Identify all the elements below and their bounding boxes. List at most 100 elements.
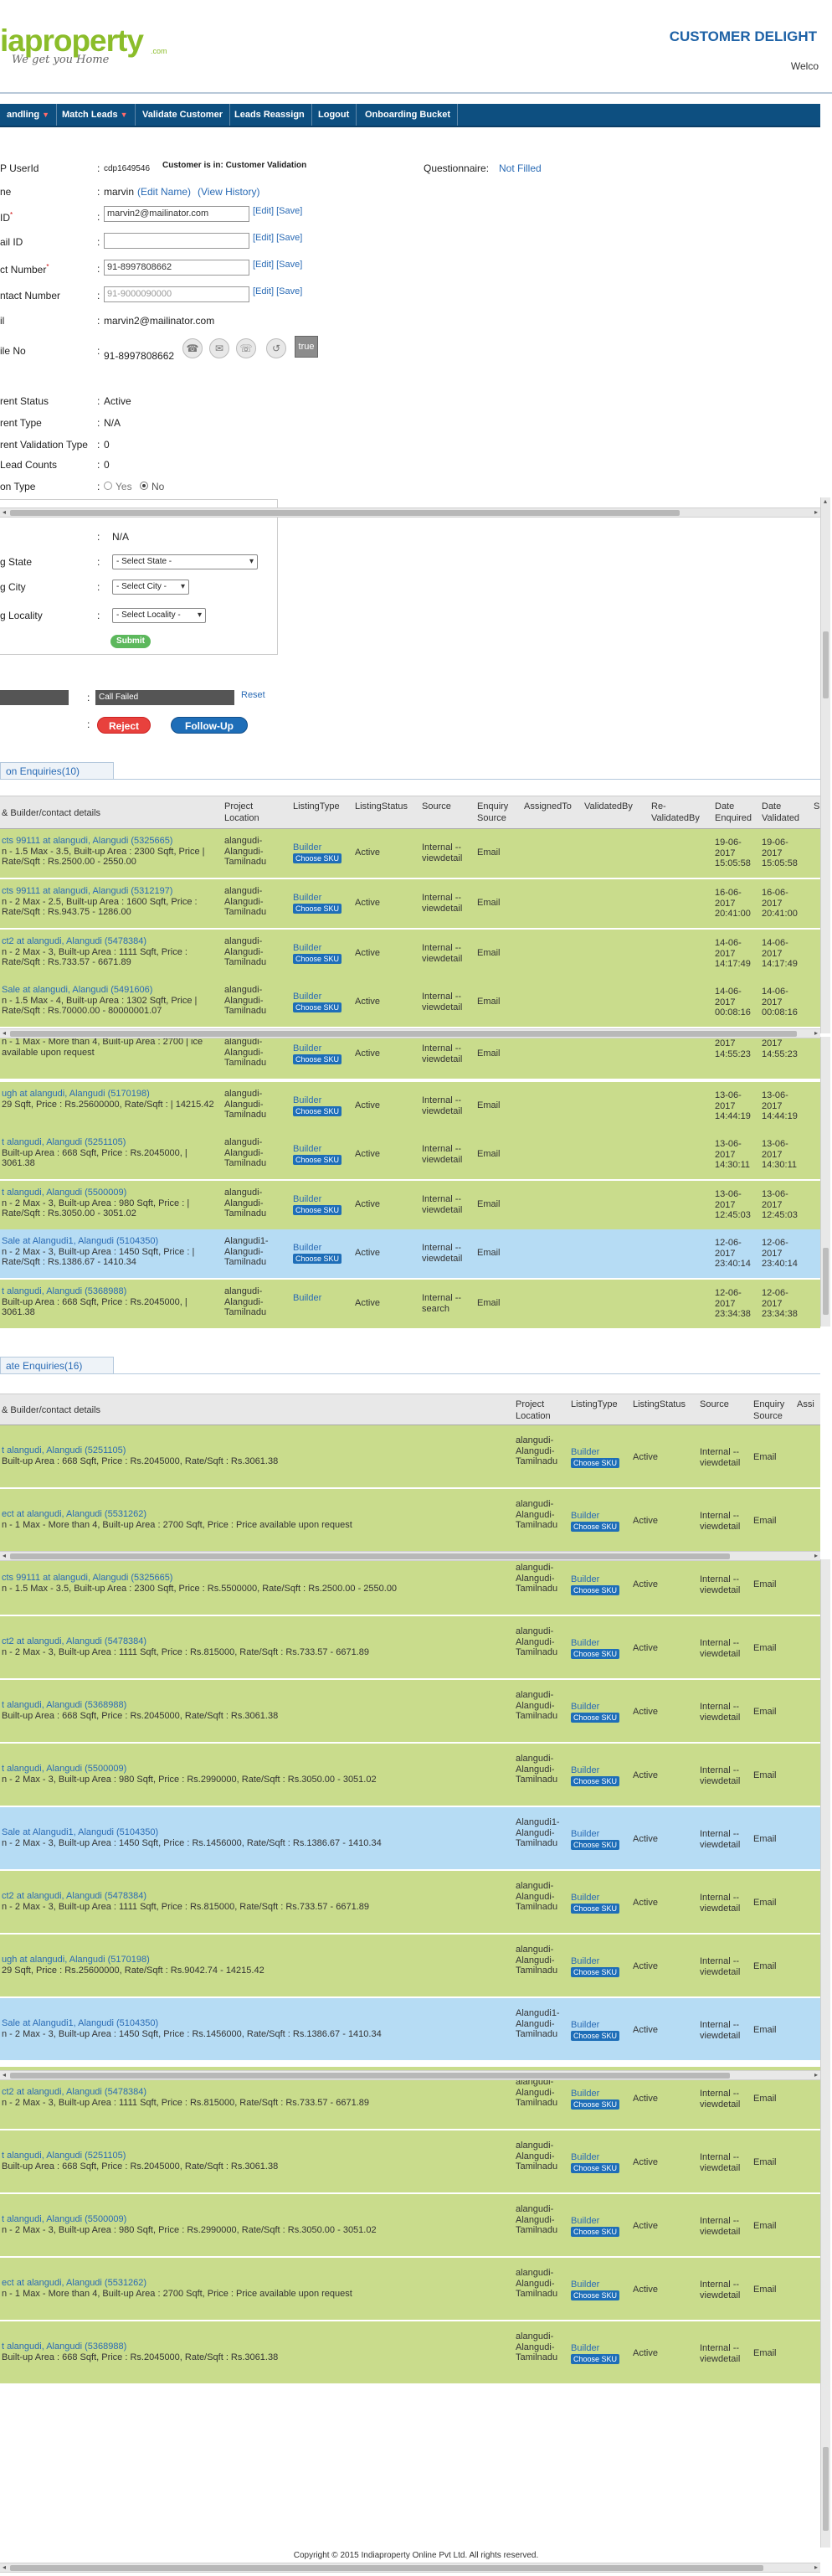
property-link[interactable]: t alangudi, Alangudi (5251105) <box>2 1137 126 1147</box>
column-header[interactable]: Project Location <box>224 801 290 824</box>
table-row[interactable]: t alangudi, Alangudi (5500009) n - 2 Max … <box>0 1181 820 1231</box>
choose-sku-button[interactable]: Choose SKU <box>571 2226 620 2237</box>
contact-field[interactable]: 91-8997808662 <box>104 260 249 276</box>
choose-sku-button[interactable]: Choose SKU <box>571 2290 620 2300</box>
scroll-thumb[interactable] <box>10 2565 763 2571</box>
property-link[interactable]: t alangudi, Alangudi (5368988) <box>2 1700 126 1710</box>
locality-select[interactable]: - Select Locality - <box>112 608 206 623</box>
table-row[interactable]: cts 99111 at alangudi, Alangudi (5312197… <box>0 879 820 930</box>
choose-sku-button[interactable]: Choose SKU <box>571 1712 620 1723</box>
tab-validation-enquiries[interactable]: on Enquiries(10) <box>0 762 114 779</box>
scroll-right-icon[interactable]: ▸ <box>812 1552 820 1560</box>
table-row[interactable]: t alangudi, Alangudi (5500009) n - 2 Max … <box>0 2194 820 2258</box>
phone-hangup-icon[interactable]: ☏ <box>236 338 256 358</box>
table-row[interactable]: ct2 at alangudi, Alangudi (5478384) n - 2… <box>0 1616 820 1680</box>
alt-email-field[interactable] <box>104 233 249 249</box>
property-link[interactable]: Sale at Alangudi1, Alangudi (5104350) <box>2 2018 158 2028</box>
scroll-thumb[interactable] <box>10 510 680 516</box>
alt-contact-field[interactable]: 91-9000090000 <box>104 286 249 302</box>
column-header[interactable]: & Builder/contact details <box>2 807 221 819</box>
table-row[interactable]: t alangudi, Alangudi (5251105) Built-up A… <box>0 1131 820 1181</box>
nav-item-5[interactable]: Onboarding Bucket <box>358 104 459 126</box>
vertical-scrollbar[interactable]: ▴ <box>820 497 830 1033</box>
callback-icon[interactable]: ↺ <box>266 338 286 358</box>
submit-button[interactable]: Submit <box>110 635 151 648</box>
property-link[interactable]: Sale at alangudi, Alangudi (5491606) <box>2 985 152 995</box>
column-header[interactable]: Enquiry Source <box>753 1399 793 1422</box>
state-select[interactable]: - Select State - <box>112 554 258 569</box>
property-link[interactable]: t alangudi, Alangudi (5500009) <box>2 1764 126 1774</box>
choose-sku-button[interactable]: Choose SKU <box>571 2030 620 2041</box>
scroll-left-icon[interactable]: ◂ <box>0 2563 8 2572</box>
scroll-thumb[interactable] <box>10 1031 797 1037</box>
column-header[interactable]: ListingType <box>571 1399 629 1410</box>
choose-sku-button[interactable]: Choose SKU <box>571 1584 620 1595</box>
horizontal-scrollbar[interactable]: ◂ ▸ <box>0 2563 820 2573</box>
property-link[interactable]: ect at alangudi, Alangudi (5531262) <box>2 1509 146 1519</box>
choose-sku-button[interactable]: Choose SKU <box>571 1521 620 1532</box>
scroll-thumb[interactable] <box>823 1248 829 1315</box>
choose-sku-button[interactable]: Choose SKU <box>571 1775 620 1786</box>
property-link[interactable]: ugh at alangudi, Alangudi (5170198) <box>2 1955 150 1965</box>
property-link[interactable]: ugh at alangudi, Alangudi (5170198) <box>2 1089 150 1099</box>
table-row[interactable]: t alangudi, Alangudi (5368988) Built-up A… <box>0 1280 820 1330</box>
choose-sku-button[interactable]: Choose SKU <box>293 1105 342 1116</box>
property-link[interactable]: t alangudi, Alangudi (5251105) <box>2 2151 126 2161</box>
choose-sku-button[interactable]: Choose SKU <box>571 2162 620 2173</box>
choose-sku-button[interactable]: Choose SKU <box>571 1648 620 1659</box>
property-link[interactable]: ct2 at alangudi, Alangudi (5478384) <box>2 2087 146 2097</box>
property-link[interactable]: Sale at Alangudi1, Alangudi (5104350) <box>2 1236 158 1246</box>
table-row[interactable]: cts 99111 at alangudi, Alangudi (5325665… <box>0 1553 820 1616</box>
nav-item-3[interactable]: Leads Reassign <box>228 104 312 126</box>
nav-item-1[interactable]: Match Leads ▼ <box>55 104 136 126</box>
yes-radio[interactable] <box>104 482 112 490</box>
column-header[interactable]: AssignedTo <box>524 801 581 812</box>
scroll-left-icon[interactable]: ◂ <box>0 1552 8 1560</box>
choose-sku-button[interactable]: Choose SKU <box>293 953 342 964</box>
city-select[interactable]: - Select City - <box>112 580 189 595</box>
choose-sku-button[interactable]: Choose SKU <box>293 903 342 914</box>
tab-duplicate-enquiries[interactable]: ate Enquiries(16) <box>0 1357 114 1373</box>
property-link[interactable]: t alangudi, Alangudi (5368988) <box>2 2342 126 2352</box>
column-header[interactable]: S <box>814 801 822 812</box>
table-row[interactable]: t alangudi, Alangudi (5251105) Built-up A… <box>0 2130 820 2194</box>
column-header[interactable]: ListingStatus <box>355 801 419 812</box>
scroll-right-icon[interactable]: ▸ <box>812 1029 820 1038</box>
property-link[interactable]: ct2 at alangudi, Alangudi (5478384) <box>2 1636 146 1646</box>
column-header[interactable]: Date Enquired <box>715 801 758 824</box>
questionnaire-link[interactable]: Not Filled <box>499 162 542 174</box>
table-row[interactable]: t alangudi, Alangudi (5500009) n - 2 Max … <box>0 1744 820 1807</box>
scroll-left-icon[interactable]: ◂ <box>0 2071 8 2079</box>
table-row[interactable]: ct2 at alangudi, Alangudi (5478384) n - 2… <box>0 1871 820 1935</box>
scroll-right-icon[interactable]: ▸ <box>812 508 820 517</box>
property-link[interactable]: t alangudi, Alangudi (5368988) <box>2 1286 126 1296</box>
vertical-scrollbar[interactable] <box>820 1037 830 1327</box>
property-link[interactable]: t alangudi, Alangudi (5500009) <box>2 2214 126 2224</box>
choose-sku-button[interactable]: Choose SKU <box>293 1204 342 1215</box>
table-row[interactable]: t alangudi, Alangudi (5368988) Built-up A… <box>0 1680 820 1744</box>
scroll-thumb[interactable] <box>10 1553 730 1559</box>
email-edit-save[interactable]: [Edit] [Save] <box>253 206 302 216</box>
property-link[interactable]: ct2 at alangudi, Alangudi (5478384) <box>2 1891 146 1901</box>
scroll-left-icon[interactable]: ◂ <box>0 508 8 517</box>
scroll-thumb[interactable] <box>823 2447 829 2531</box>
column-header[interactable]: Assi <box>797 1399 817 1410</box>
property-link[interactable]: cts 99111 at alangudi, Alangudi (5325665… <box>2 836 172 846</box>
table-row[interactable]: Sale at Alangudi1, Alangudi (5104350) n -… <box>0 1229 820 1280</box>
alt-email-edit-save[interactable]: [Edit] [Save] <box>253 233 302 243</box>
scroll-right-icon[interactable]: ▸ <box>812 2071 820 2079</box>
table-row[interactable]: Sale at Alangudi1, Alangudi (5104350) n -… <box>0 1807 820 1871</box>
table-row[interactable]: cts 99111 at alangudi, Alangudi (5325665… <box>0 829 820 879</box>
table-row[interactable]: ugh at alangudi, Alangudi (5170198) 29 Sq… <box>0 1082 820 1132</box>
horizontal-scrollbar[interactable]: ◂ ▸ <box>0 2070 820 2080</box>
column-header[interactable]: ValidatedBy <box>584 801 648 812</box>
choose-sku-button[interactable]: Choose SKU <box>293 1054 342 1064</box>
alt-contact-edit-save[interactable]: [Edit] [Save] <box>253 286 302 296</box>
choose-sku-button[interactable]: Choose SKU <box>571 1966 620 1977</box>
reject-button[interactable]: Reject <box>97 717 151 734</box>
email-field[interactable]: marvin2@mailinator.com <box>104 206 249 222</box>
call-icon[interactable]: ☎ <box>182 338 203 358</box>
choose-sku-button[interactable]: Choose SKU <box>571 1457 620 1468</box>
table-row[interactable]: ect at alangudi, Alangudi (5531262) n - 1… <box>0 1489 820 1553</box>
true-toggle-button[interactable]: true <box>295 336 318 358</box>
